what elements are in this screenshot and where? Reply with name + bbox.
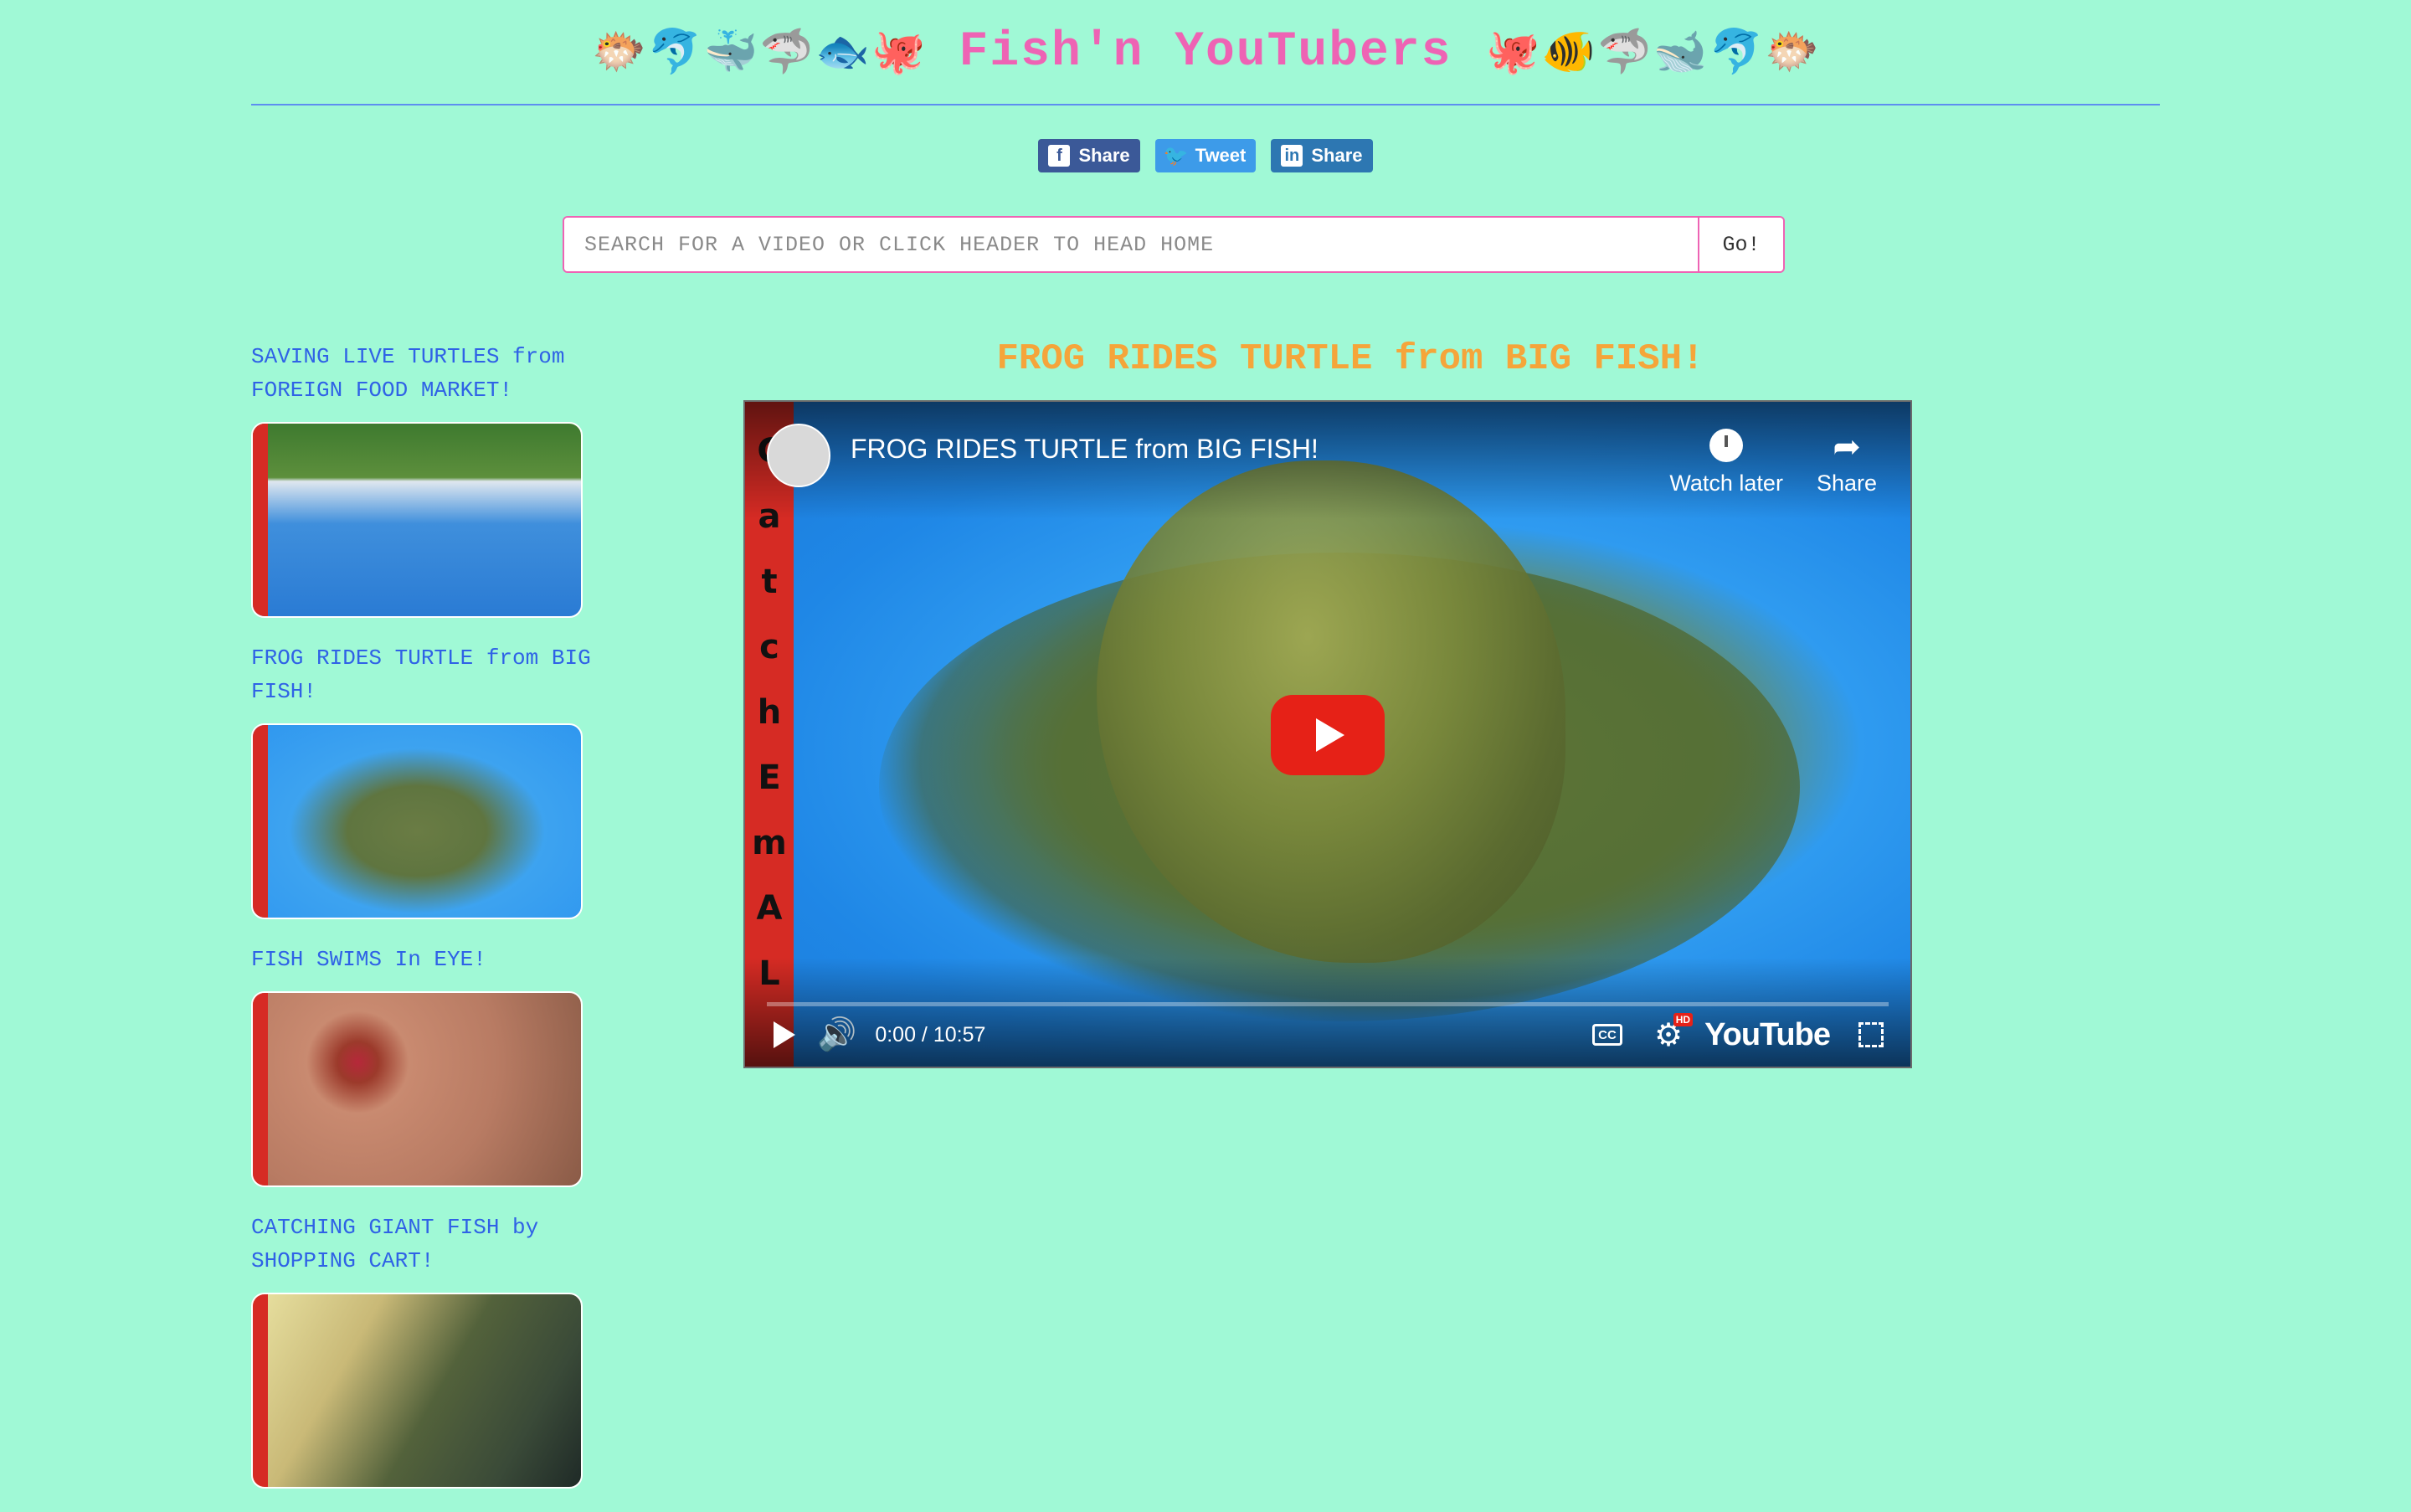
octopus-emoji: 🐙 (1485, 27, 1540, 77)
fullscreen-icon[interactable] (1858, 1022, 1884, 1047)
watermark-letter: t (761, 563, 778, 601)
facebook-share-button[interactable]: f Share (1038, 139, 1140, 172)
clock-icon (1709, 429, 1744, 462)
settings-gear-icon[interactable]: ⚙ HD (1654, 1012, 1694, 1054)
play-icon[interactable] (774, 1021, 795, 1048)
watermark-letter: E (758, 759, 781, 797)
linkedin-share-label: Share (1311, 145, 1363, 166)
video-link[interactable]: SAVING LIVE TURTLES from FOREIGN FOOD MA… (251, 340, 619, 407)
channel-bar (253, 725, 268, 918)
dolphin-emoji: 🐬 (1709, 27, 1764, 77)
youtube-logo[interactable]: YouTube (1704, 1017, 1831, 1053)
list-item: FISH SWIMS In EYE! (251, 943, 619, 1187)
share-arrow-icon: ➦ (1833, 429, 1861, 465)
shark-emoji: 🦈 (1596, 27, 1652, 77)
watch-later-button[interactable]: Watch later (1669, 424, 1783, 496)
channel-bar (253, 424, 268, 616)
shark-emoji: 🦈 (759, 27, 815, 77)
twitter-bird-icon: 🐦 (1163, 144, 1189, 167)
facebook-icon: f (1048, 145, 1071, 167)
fish-emoji: 🐟 (815, 27, 870, 77)
octopus-emoji: 🐙 (871, 27, 926, 77)
player-top-actions: Watch later ➦ Share (1669, 424, 1877, 496)
site-title[interactable]: Fish'n YouTubers (959, 25, 1452, 80)
watermark-letter: m (752, 824, 787, 862)
watermark-letter: h (757, 693, 782, 732)
list-item: FROG RIDES TURTLE from BIG FISH! (251, 641, 619, 919)
video-thumbnail[interactable] (251, 723, 583, 919)
video-link[interactable]: FROG RIDES TURTLE from BIG FISH! (251, 641, 619, 708)
video-link[interactable]: CATCHING GIANT FISH by SHOPPING CART! (251, 1211, 619, 1278)
list-item: SAVING LIVE TURTLES from FOREIGN FOOD MA… (251, 340, 619, 618)
blowfish-emoji: 🐡 (1765, 27, 1819, 77)
youtube-player[interactable]: C a t c h E m A L FROG RIDES TURTLE from… (743, 400, 1912, 1068)
player-share-button[interactable]: ➦ Share (1817, 424, 1877, 496)
share-buttons: f Share 🐦 Tweet in Share (0, 139, 2411, 172)
facebook-share-label: Share (1078, 145, 1130, 166)
tropical-fish-emoji: 🐠 (1541, 27, 1596, 77)
channel-bar (253, 993, 268, 1185)
watermark-letter: c (759, 628, 779, 666)
player-video-title[interactable]: FROG RIDES TURTLE from BIG FISH! (851, 434, 1319, 465)
channel-bar (253, 1294, 268, 1487)
right-emoji-row: 🐙 🐠 🦈 🐋 🐬 🐡 (1485, 30, 1819, 74)
search-input[interactable] (564, 218, 1698, 271)
channel-avatar[interactable] (767, 424, 830, 487)
watch-later-label: Watch later (1669, 471, 1783, 496)
video-heading: FROG RIDES TURTLE from BIG FISH! (996, 338, 1704, 380)
big-play-button[interactable] (1271, 695, 1385, 775)
search-bar: Go! (563, 216, 1785, 273)
time-display: 0:00 / 10:57 (875, 1022, 986, 1047)
go-button[interactable]: Go! (1698, 218, 1783, 271)
hd-badge: HD (1673, 1012, 1694, 1026)
video-link[interactable]: FISH SWIMS In EYE! (251, 943, 619, 976)
linkedin-share-button[interactable]: in Share (1271, 139, 1373, 172)
blowfish-emoji: 🐡 (592, 27, 646, 77)
video-thumbnail[interactable] (251, 422, 583, 618)
player-controls: 🔊 0:00 / 10:57 CC ⚙ HD YouTube (767, 1011, 1889, 1058)
whale-emoji: 🐋 (1653, 27, 1708, 77)
captions-icon[interactable]: CC (1592, 1024, 1623, 1046)
video-thumbnail[interactable] (251, 991, 583, 1187)
linkedin-icon: in (1281, 145, 1303, 167)
video-sidebar: SAVING LIVE TURTLES from FOREIGN FOOD MA… (251, 340, 619, 1512)
twitter-tweet-label: Tweet (1195, 145, 1247, 166)
twitter-tweet-button[interactable]: 🐦 Tweet (1154, 139, 1257, 172)
player-share-label: Share (1816, 471, 1877, 496)
watermark-letter: A (756, 889, 783, 928)
video-thumbnail[interactable] (251, 1293, 583, 1489)
left-emoji-row: 🐡 🐬 🐳 🦈 🐟 🐙 (592, 30, 926, 74)
volume-icon[interactable]: 🔊 (817, 1016, 856, 1053)
dolphin-emoji: 🐬 (647, 27, 702, 77)
list-item: CATCHING GIANT FISH by SHOPPING CART! (251, 1211, 619, 1489)
whale-emoji: 🐳 (703, 27, 758, 77)
progress-bar[interactable] (767, 1002, 1889, 1006)
site-header: 🐡 🐬 🐳 🦈 🐟 🐙 Fish'n YouTubers 🐙 🐠 🦈 🐋 🐬 🐡 (251, 0, 2160, 105)
